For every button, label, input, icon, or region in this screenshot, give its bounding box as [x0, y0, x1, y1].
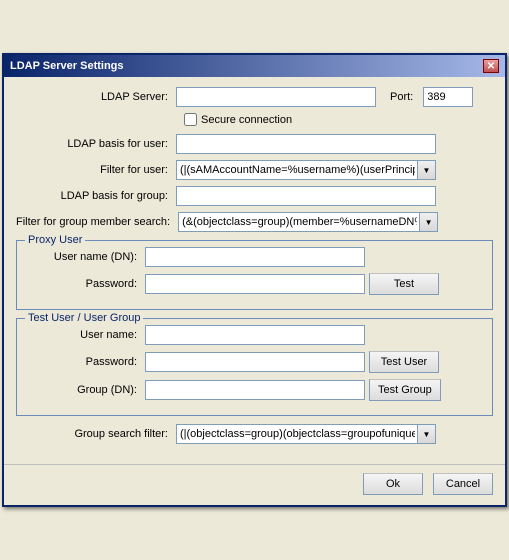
window-title: LDAP Server Settings — [10, 60, 124, 72]
ldap-server-row: LDAP Server: Port: — [16, 87, 493, 107]
ldap-settings-window: LDAP Server Settings ✕ LDAP Server: Port… — [2, 53, 507, 507]
test-password-input[interactable] — [145, 352, 365, 372]
test-group-label: Group (DN): — [25, 384, 145, 396]
proxy-password-input[interactable] — [145, 274, 365, 294]
ldap-server-label: LDAP Server: — [16, 91, 176, 103]
proxy-username-label: User name (DN): — [25, 251, 145, 263]
ldap-server-input[interactable] — [176, 87, 376, 107]
proxy-user-section: Proxy User User name (DN): Password: Tes… — [16, 240, 493, 310]
test-username-input[interactable] — [145, 325, 365, 345]
secure-connection-row: Secure connection — [184, 113, 493, 126]
group-search-combo: ▼ — [176, 424, 436, 444]
filter-group-input[interactable] — [178, 212, 438, 232]
test-password-row: Password: Test User — [25, 351, 484, 373]
bottom-buttons-bar: Ok Cancel — [4, 464, 505, 505]
filter-group-label: Filter for group member search: — [16, 216, 178, 228]
group-search-label: Group search filter: — [16, 428, 176, 440]
test-username-row: User name: — [25, 325, 484, 345]
filter-user-combo: ▼ — [176, 160, 436, 180]
proxy-user-section-title: Proxy User — [25, 234, 85, 246]
filter-user-row: Filter for user: ▼ — [16, 160, 493, 180]
close-button[interactable]: ✕ — [483, 59, 499, 73]
ldap-basis-group-input[interactable] — [176, 186, 436, 206]
ldap-basis-group-row: LDAP basis for group: — [16, 186, 493, 206]
ok-button[interactable]: Ok — [363, 473, 423, 495]
proxy-password-row: Password: Test — [25, 273, 484, 295]
secure-connection-checkbox[interactable] — [184, 113, 197, 126]
ldap-basis-user-row: LDAP basis for user: — [16, 134, 493, 154]
group-search-input[interactable] — [176, 424, 436, 444]
test-user-section-title: Test User / User Group — [25, 312, 143, 324]
test-button[interactable]: Test — [369, 273, 439, 295]
test-password-label: Password: — [25, 356, 145, 368]
filter-user-label: Filter for user: — [16, 164, 176, 176]
server-input-group: Port: — [176, 87, 473, 107]
test-user-button[interactable]: Test User — [369, 351, 439, 373]
cancel-button[interactable]: Cancel — [433, 473, 493, 495]
proxy-username-row: User name (DN): — [25, 247, 484, 267]
test-group-input[interactable] — [145, 380, 365, 400]
test-group-button[interactable]: Test Group — [369, 379, 441, 401]
proxy-password-label: Password: — [25, 278, 145, 290]
port-input[interactable] — [423, 87, 473, 107]
ldap-basis-user-input[interactable] — [176, 134, 436, 154]
test-group-row: Group (DN): Test Group — [25, 379, 484, 401]
group-search-filter-row: Group search filter: ▼ — [16, 424, 493, 444]
filter-user-input[interactable] — [176, 160, 436, 180]
port-label: Port: — [390, 91, 413, 103]
test-user-section: Test User / User Group User name: Passwo… — [16, 318, 493, 416]
ldap-basis-group-label: LDAP basis for group: — [16, 190, 176, 202]
filter-group-row: Filter for group member search: ▼ — [16, 212, 493, 232]
filter-group-combo: ▼ — [178, 212, 438, 232]
title-bar: LDAP Server Settings ✕ — [4, 55, 505, 77]
proxy-username-input[interactable] — [145, 247, 365, 267]
ldap-basis-user-label: LDAP basis for user: — [16, 138, 176, 150]
test-username-label: User name: — [25, 329, 145, 341]
secure-connection-label: Secure connection — [201, 114, 292, 126]
